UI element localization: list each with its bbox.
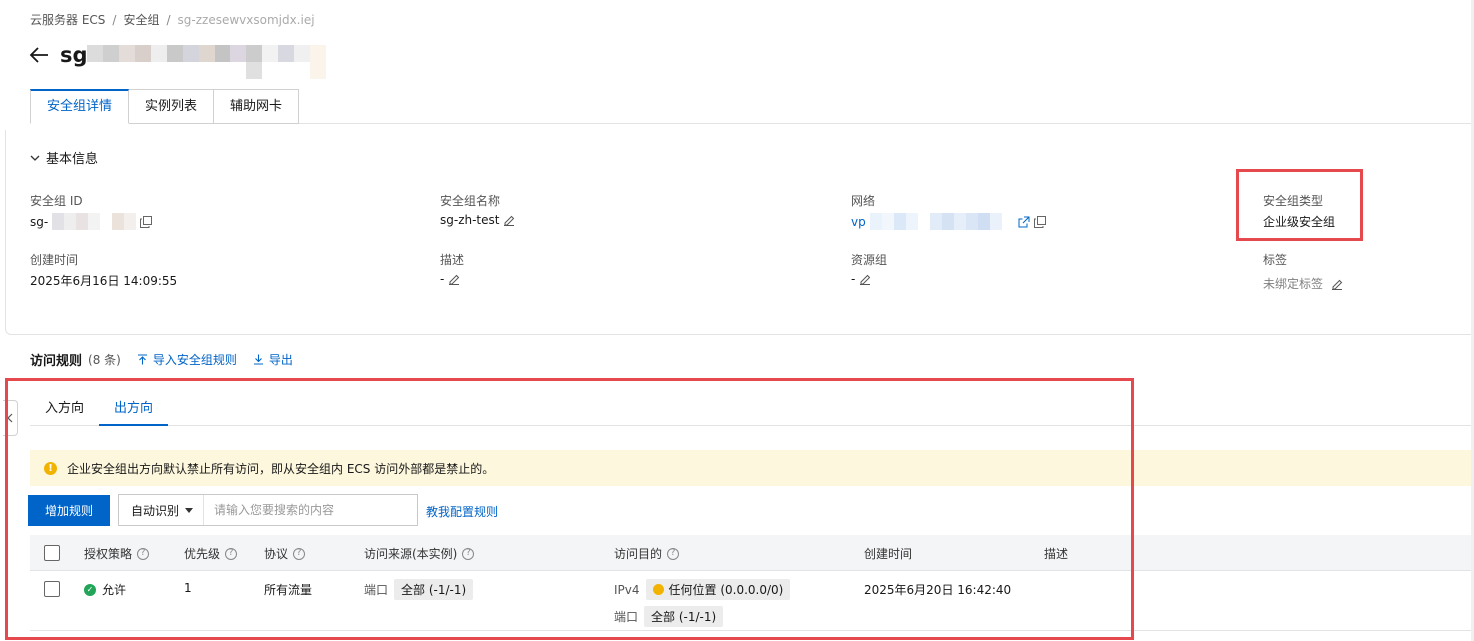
description-text: -	[440, 272, 445, 286]
detail-tabs: 安全组详情 实例列表 辅助网卡	[30, 89, 300, 124]
copy-icon[interactable]	[140, 215, 153, 228]
breadcrumb: 云服务器 ECS / 安全组 / sg-zzesewvxsomjdx.iej	[30, 11, 315, 28]
page-title: sg	[60, 43, 88, 67]
redacted-title-mosaic	[87, 45, 342, 79]
external-link-icon[interactable]	[1018, 216, 1030, 228]
edit-icon[interactable]	[1331, 278, 1343, 290]
created-time-value: 2025年6月16日 14:09:55	[30, 274, 178, 288]
redacted-id	[52, 213, 137, 230]
sg-id-text: sg-	[30, 214, 49, 229]
description-value: -	[440, 272, 460, 286]
highlight-box-rules	[5, 378, 1134, 640]
tags-label: 标签	[1263, 253, 1288, 267]
tags-value: 未绑定标签	[1263, 275, 1343, 292]
breadcrumb-separator: /	[166, 13, 171, 27]
export-label: 导出	[268, 353, 293, 367]
tab-security-group-details[interactable]: 安全组详情	[30, 89, 130, 124]
edit-icon[interactable]	[448, 273, 460, 285]
basic-info-toggle[interactable]: 基本信息	[30, 148, 98, 167]
rules-header: 访问规则 (8 条) 导入安全组规则 导出	[30, 350, 293, 369]
rules-count: (8 条)	[88, 353, 121, 367]
created-time-label: 创建时间	[30, 253, 79, 267]
tags-text: 未绑定标签	[1263, 277, 1324, 291]
breadcrumb-ecs[interactable]: 云服务器 ECS	[30, 13, 105, 27]
sg-name-label: 安全组名称	[440, 194, 501, 208]
description-label: 描述	[440, 253, 465, 267]
back-arrow-icon[interactable]	[28, 44, 50, 66]
network-label: 网络	[851, 194, 876, 208]
resource-group-text: -	[851, 272, 856, 286]
highlight-box-sg-type	[1236, 169, 1363, 241]
edit-icon[interactable]	[503, 214, 515, 226]
import-rules-link[interactable]: 导入安全组规则	[137, 351, 237, 368]
resource-group-label: 资源组	[851, 253, 888, 267]
import-icon	[137, 354, 147, 365]
sg-id-value: sg-	[30, 213, 153, 230]
vpc-link[interactable]: vp	[851, 215, 866, 229]
chevron-down-icon	[30, 155, 40, 161]
breadcrumb-separator: /	[112, 13, 117, 27]
copy-icon[interactable]	[1033, 215, 1046, 228]
export-link[interactable]: 导出	[253, 351, 293, 368]
rules-title: 访问规则	[30, 354, 83, 369]
edit-icon[interactable]	[859, 273, 871, 285]
sg-id-label: 安全组 ID	[30, 194, 83, 208]
breadcrumb-security-group[interactable]: 安全组	[123, 13, 159, 27]
sg-name-text: sg-zh-test	[440, 213, 500, 227]
basic-info-title: 基本信息	[46, 152, 99, 167]
resource-group-value: -	[851, 272, 871, 286]
tab-secondary-eni[interactable]: 辅助网卡	[214, 89, 300, 124]
tab-instance-list[interactable]: 实例列表	[129, 89, 215, 124]
export-icon	[253, 354, 263, 365]
breadcrumb-current: sg-zzesewvxsomjdx.iej	[177, 13, 315, 27]
redacted-vpc	[869, 213, 1014, 230]
sg-name-value: sg-zh-test	[440, 213, 515, 227]
import-rules-label: 导入安全组规则	[152, 353, 237, 367]
network-value: vp	[851, 213, 1046, 230]
